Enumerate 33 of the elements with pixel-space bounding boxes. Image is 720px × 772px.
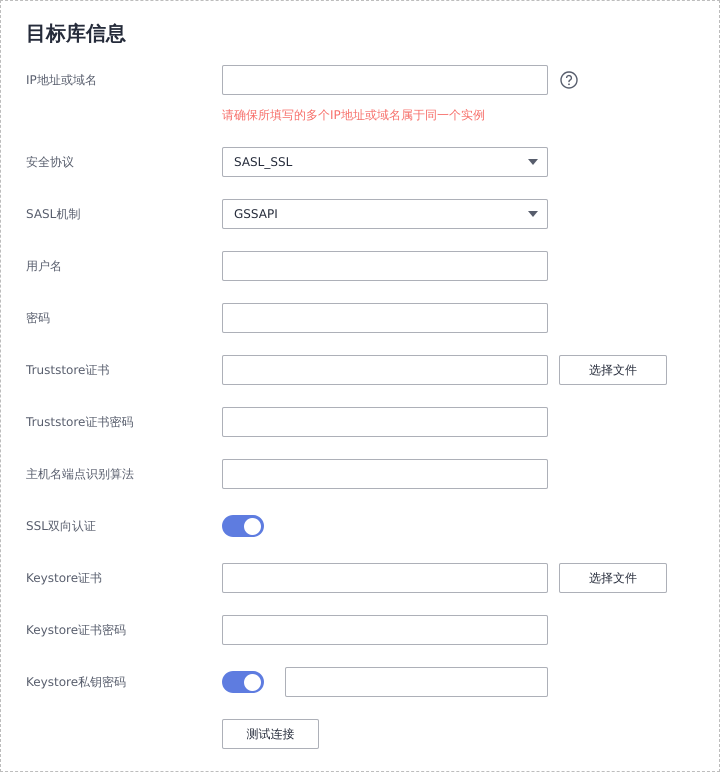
input-field[interactable] — [222, 563, 548, 593]
field-label: Keystore证书密码 — [26, 622, 128, 639]
field-label: 密码 — [26, 310, 51, 327]
field-label: Truststore证书密码 — [26, 414, 134, 431]
test-connection-button[interactable]: 测试连接 — [222, 719, 319, 749]
input-field[interactable] — [285, 667, 548, 697]
section-title: 目标库信息 — [26, 20, 126, 47]
choose-file-button[interactable]: 选择文件 — [559, 355, 667, 385]
field-label: Keystore证书 — [26, 570, 104, 587]
toggle-switch[interactable] — [222, 671, 264, 693]
field-label: SASL机制 — [26, 206, 82, 223]
input-field[interactable] — [222, 459, 548, 489]
choose-file-button[interactable]: 选择文件 — [559, 563, 667, 593]
select-dropdown[interactable]: GSSAPI — [222, 199, 548, 229]
input-field[interactable] — [222, 615, 548, 645]
input-field[interactable] — [222, 407, 548, 437]
input-field[interactable] — [222, 65, 548, 95]
select-dropdown[interactable]: SASL_SSL — [222, 147, 548, 177]
field-label: IP地址或域名 — [26, 72, 98, 89]
input-field[interactable] — [222, 355, 548, 385]
caret-icon — [528, 211, 538, 217]
help-icon[interactable] — [560, 71, 578, 89]
field-label: SSL双向认证 — [26, 518, 97, 535]
field-label: 用户名 — [26, 258, 63, 275]
field-label: 主机名端点识别算法 — [26, 466, 135, 483]
caret-icon — [528, 159, 538, 165]
toggle-switch[interactable] — [222, 515, 264, 537]
input-field[interactable] — [222, 251, 548, 281]
field-label: Keystore私钥密码 — [26, 674, 128, 691]
field-label: 安全协议 — [26, 154, 75, 171]
hint-text: 请确保所填写的多个IP地址或域名属于同一个实例 — [222, 108, 485, 122]
field-label: Truststore证书 — [26, 362, 110, 379]
input-field[interactable] — [222, 303, 548, 333]
